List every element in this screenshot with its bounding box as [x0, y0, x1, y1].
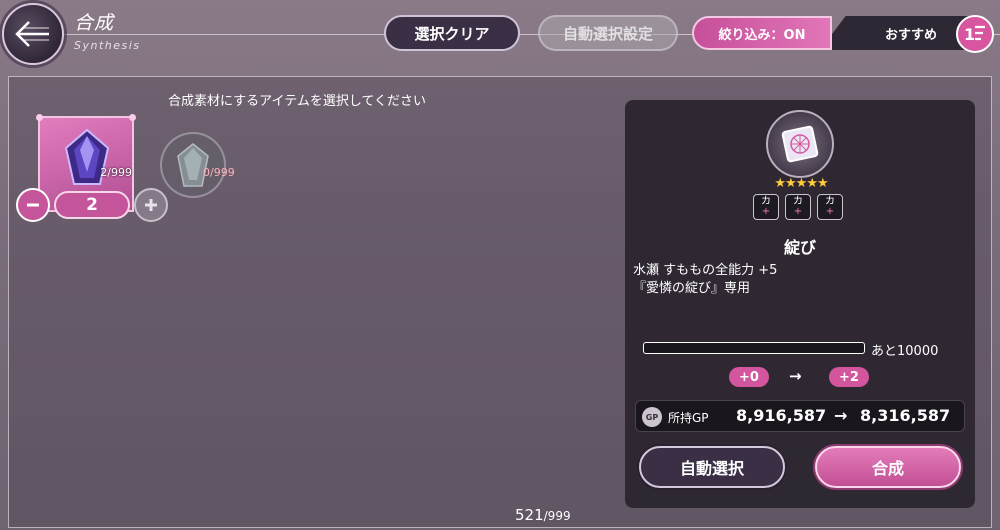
- page-subtitle: Synthesis: [74, 39, 141, 52]
- selection-corner: [36, 114, 43, 121]
- level-from: +0: [729, 367, 769, 387]
- card-emblem-icon: [766, 110, 834, 178]
- instruction-text: 合成素材にするアイテムを選択してください: [168, 94, 427, 109]
- clear-selection-button[interactable]: 選択クリア: [384, 15, 520, 51]
- svg-text:1: 1: [964, 25, 975, 44]
- total-max: /999: [543, 509, 571, 523]
- item-name: 綻び: [783, 238, 816, 257]
- page-title: 合成: [74, 12, 115, 34]
- total-current: 521: [515, 506, 544, 524]
- progress-remaining: あと10000: [871, 344, 939, 359]
- gp-coin-icon: GP: [642, 407, 662, 427]
- item-description: 水瀬 すももの全能力 +5 『愛憐の綻び』専用: [633, 262, 777, 298]
- decrease-button[interactable]: [16, 188, 50, 222]
- synthesis-detail-panel: ★★★★★ カ + カ + カ + 綻び 水瀬 すももの全能力 +5 『愛憐の綻び』専…: [625, 100, 975, 508]
- stat-tag: カ +: [785, 194, 811, 220]
- material-count: 2/999: [100, 166, 132, 179]
- header: 合成 Synthesis 選択クリア 自動選択設定 おすすめ 絞り込み：ON 1: [0, 0, 1000, 70]
- purple-crystal-icon: [62, 128, 112, 188]
- arrow-right-icon: →: [834, 406, 848, 425]
- sort-order-button[interactable]: 1: [956, 15, 994, 53]
- back-arrow-icon: [15, 21, 49, 47]
- level-to: +2: [829, 367, 869, 387]
- gp-label: 所持GP: [668, 411, 709, 425]
- stat-tag: カ +: [817, 194, 843, 220]
- total-items-count: 521/999: [515, 506, 571, 524]
- selection-corner: [129, 114, 136, 121]
- gp-current: 8,916,587: [736, 406, 827, 425]
- arrow-right-icon: →: [789, 367, 802, 385]
- level-change: +0 → +2: [625, 367, 975, 389]
- progress-bar: [643, 342, 865, 354]
- description-line: 水瀬 すももの全能力 +5: [633, 263, 778, 278]
- auto-select-button[interactable]: 自動選択: [639, 446, 785, 488]
- back-button[interactable]: [2, 3, 64, 65]
- page-title-group: 合成 Synthesis: [74, 8, 141, 52]
- quantity-stepper: 2: [16, 188, 168, 222]
- rarity-stars: ★★★★★: [774, 176, 828, 191]
- material-count: 0/999: [203, 166, 235, 179]
- description-line: 『愛憐の綻び』専用: [633, 281, 751, 296]
- stat-tags: カ + カ + カ +: [753, 194, 843, 220]
- filter-sort-group: おすすめ 絞り込み：ON: [692, 16, 992, 50]
- gp-after: 8,316,587: [860, 406, 951, 425]
- plus-icon: [145, 199, 157, 211]
- minus-icon: [27, 203, 39, 207]
- filter-toggle[interactable]: 絞り込み：ON: [692, 16, 832, 50]
- gp-balance-row: GP 所持GP 8,916,587 → 8,316,587: [635, 400, 965, 432]
- clear-crystal-icon: [177, 143, 209, 187]
- stat-tag: カ +: [753, 194, 779, 220]
- quantity-value: 2: [54, 191, 130, 219]
- sort-order-icon: 1: [964, 25, 985, 44]
- synthesize-button[interactable]: 合成: [815, 446, 961, 488]
- auto-select-settings-button[interactable]: 自動選択設定: [538, 15, 678, 51]
- material-item-unselected[interactable]: [160, 132, 226, 198]
